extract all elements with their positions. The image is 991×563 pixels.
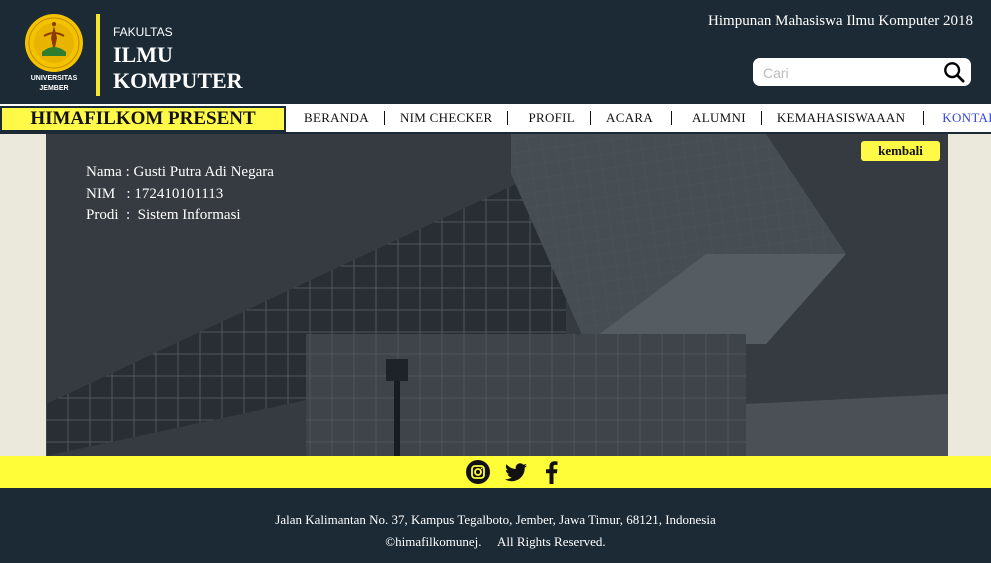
hero-banner: Nama : Gusti Putra Adi Negara NIM : 1724… [46, 134, 948, 456]
student-prodi: Prodi : Sistem Informasi [86, 207, 241, 223]
nav-item-kontak[interactable]: KONTAK [942, 110, 991, 126]
header-divider [96, 14, 100, 96]
search-input[interactable] [761, 62, 940, 84]
faculty-name: ILMU KOMPUTER [113, 42, 313, 94]
facebook-icon[interactable] [539, 459, 565, 485]
site-header: UNIVERSITAS JEMBER FAKULTAS ILMU KOMPUTE… [0, 0, 991, 102]
nav-separator [507, 111, 509, 125]
site-footer: Jalan Kalimantan No. 37, Kampus Tegalbot… [0, 488, 991, 563]
student-nim: NIM : 172410101113 [86, 185, 224, 202]
nav-item-alumni[interactable]: ALUMNI [692, 110, 746, 126]
back-button[interactable]: kembali [861, 141, 940, 161]
logo-caption-line-2: JEMBER [39, 85, 69, 92]
search-icon[interactable] [943, 61, 965, 83]
student-nama: Nama : Gusti Putra Adi Negara [86, 164, 274, 180]
nav-item-profil[interactable]: PROFIL [528, 110, 575, 126]
nav-item-kemahasiswaan[interactable]: KEMAHASISWAAAN [777, 110, 905, 126]
brand-label: HIMAFILKOM PRESENT [0, 106, 286, 132]
footer-copyright: ©himafilkomunej. All Rights Reserved. [385, 534, 606, 549]
nav-item-nim-checker[interactable]: NIM CHECKER [400, 110, 493, 126]
footer-address: Jalan Kalimantan No. 37, Kampus Tegalbot… [275, 512, 716, 527]
nav-item-beranda[interactable]: BERANDA [304, 110, 369, 126]
student-info: Nama : Gusti Putra Adi Negara NIM : 1724… [86, 162, 274, 227]
social-bar [0, 456, 991, 488]
nav-menu: BERANDA NIM CHECKER PROFIL ACARA ALUMNI … [304, 104, 991, 132]
nav-separator [760, 111, 762, 125]
nav-separator [590, 111, 592, 125]
main-navbar: HIMAFILKOM PRESENT BERANDA NIM CHECKER P… [0, 102, 991, 134]
nav-separator [383, 111, 385, 125]
logo-caption: UNIVERSITAS JEMBER [14, 74, 94, 94]
faculty-name-line-1: ILMU [113, 42, 173, 67]
search-box [753, 58, 971, 86]
instagram-icon[interactable] [465, 459, 491, 485]
nav-separator [923, 111, 925, 125]
faculty-label: FAKULTAS [113, 25, 173, 39]
nav-item-acara[interactable]: ACARA [606, 110, 653, 126]
faculty-name-line-2: KOMPUTER [113, 68, 243, 93]
organization-title: Himpunan Mahasiswa Ilmu Komputer 2018 [708, 13, 973, 29]
main-content: Nama : Gusti Putra Adi Negara NIM : 1724… [0, 134, 991, 456]
logo-caption-line-1: UNIVERSITAS [30, 75, 78, 82]
twitter-icon[interactable] [503, 459, 529, 485]
nav-separator [671, 111, 673, 125]
